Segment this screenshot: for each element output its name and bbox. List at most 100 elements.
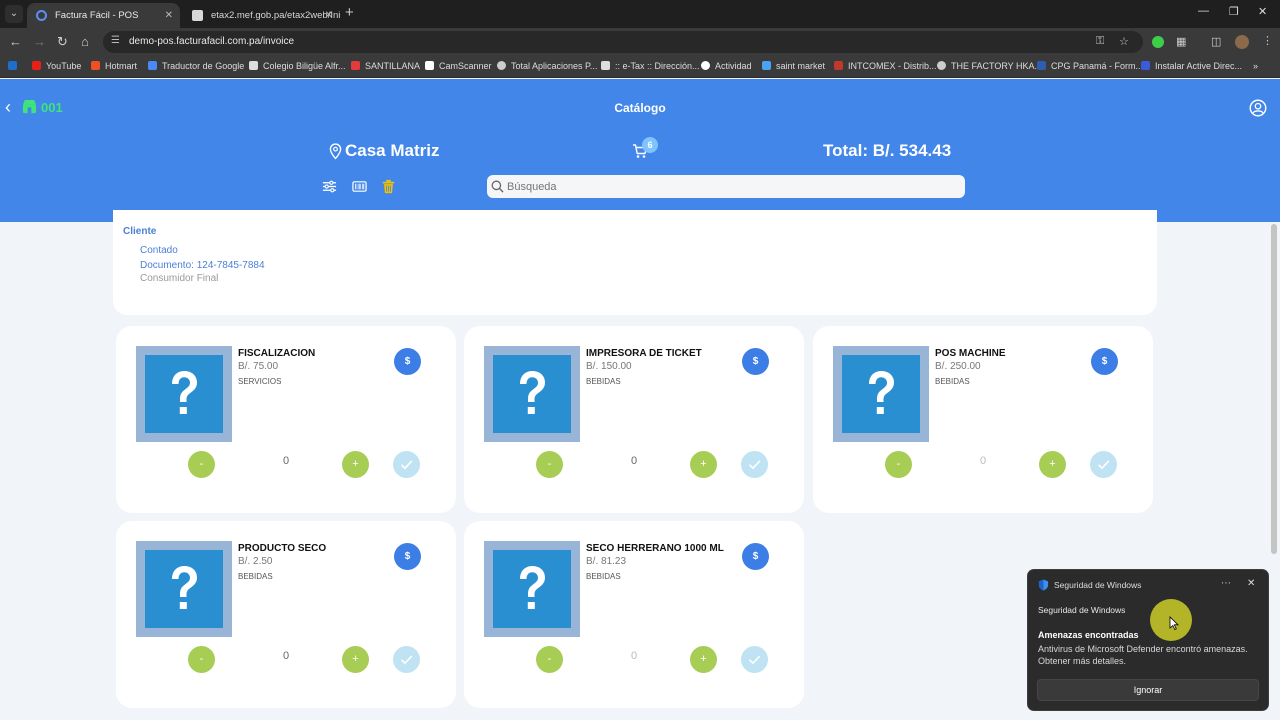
edit-price-button[interactable]: $ xyxy=(1091,348,1118,375)
product-name: SECO HERRERANO 1000 ML xyxy=(586,543,724,554)
decrease-qty-button[interactable]: - xyxy=(536,451,563,478)
trash-icon[interactable] xyxy=(381,179,396,194)
filter-sliders-icon[interactable] xyxy=(322,179,337,194)
confirm-add-button[interactable] xyxy=(1090,451,1117,478)
app-header: ‹ 001 Catálogo Casa Matriz 6 Total: B/. … xyxy=(0,79,1280,222)
side-panel-icon[interactable]: ◫ xyxy=(1211,35,1221,48)
decrease-qty-button[interactable]: - xyxy=(188,451,215,478)
confirm-add-button[interactable] xyxy=(741,646,768,673)
edit-price-button[interactable]: $ xyxy=(742,543,769,570)
increase-qty-button[interactable]: + xyxy=(1039,451,1066,478)
bookmark-colegio[interactable]: Colegio Biligüe Alfr... xyxy=(249,61,346,71)
confirm-add-button[interactable] xyxy=(741,451,768,478)
page-icon xyxy=(249,61,258,70)
bookmark-hotmart[interactable]: Hotmart xyxy=(91,61,137,71)
home-icon[interactable]: ⌂ xyxy=(81,34,89,49)
forward-nav-icon[interactable]: → xyxy=(33,34,46,49)
bookmark-active-directory[interactable]: Instalar Active Direc... xyxy=(1141,61,1242,71)
product-name: PRODUCTO SECO xyxy=(238,543,327,554)
minimize-icon[interactable]: — xyxy=(1198,5,1209,17)
increase-qty-button[interactable]: + xyxy=(342,451,369,478)
confirm-add-button[interactable] xyxy=(393,646,420,673)
google-icon xyxy=(701,61,710,70)
bookmark-total-aplicaciones[interactable]: Total Aplicaciones P... xyxy=(497,61,597,71)
tab-factura-facil[interactable]: Factura Fácil - POS ✕ xyxy=(27,3,180,28)
edit-price-button[interactable]: $ xyxy=(394,543,421,570)
client-payment-type[interactable]: Contado xyxy=(140,245,178,256)
password-key-icon[interactable]: ⚿ xyxy=(1096,35,1104,48)
bookmark-intcomex[interactable]: INTCOMEX - Distrib... xyxy=(834,61,937,71)
product-card[interactable]: POS MACHINE B/. 250.00 BEBIDAS $ - 0 + xyxy=(813,326,1153,513)
quantity-value[interactable]: 0 xyxy=(604,455,664,467)
bookmark-star-icon[interactable]: ☆ xyxy=(1119,35,1129,48)
tab-title: etax2.mef.gob.pa/etax2web/Ini xyxy=(211,10,340,21)
notification-source: Seguridad de Windows xyxy=(1038,605,1126,615)
product-category: BEBIDAS xyxy=(935,377,970,386)
increase-qty-button[interactable]: + xyxy=(690,646,717,673)
placeholder-question-icon xyxy=(172,566,197,609)
profile-avatar[interactable] xyxy=(1235,35,1249,49)
client-document[interactable]: Documento: 124-7845-7884 xyxy=(140,260,265,271)
restore-icon[interactable]: ❐ xyxy=(1229,5,1239,18)
bookmark-youtube[interactable]: YouTube xyxy=(32,61,81,71)
url-text: demo-pos.facturafacil.com.pa/invoice xyxy=(129,36,295,47)
edit-price-button[interactable]: $ xyxy=(742,348,769,375)
reload-icon[interactable]: ↻ xyxy=(57,34,68,50)
address-bar[interactable]: ☰ demo-pos.facturafacil.com.pa/invoice ⚿… xyxy=(103,31,1143,53)
close-tab-icon[interactable]: ✕ xyxy=(325,3,333,28)
quantity-value[interactable]: 0 xyxy=(256,650,316,662)
ignore-button[interactable]: Ignorar xyxy=(1037,679,1259,701)
new-tab-button[interactable]: + xyxy=(345,4,354,21)
confirm-add-button[interactable] xyxy=(393,451,420,478)
globe-icon xyxy=(937,61,946,70)
hotmart-icon xyxy=(91,61,100,70)
edit-price-button[interactable]: $ xyxy=(394,348,421,375)
notification-more-icon[interactable]: ⋯ xyxy=(1221,578,1231,589)
extension-icon[interactable] xyxy=(1152,36,1164,48)
notification-close-icon[interactable]: ✕ xyxy=(1247,578,1255,589)
product-card[interactable]: IMPRESORA DE TICKET B/. 150.00 BEBIDAS $ - 0 + xyxy=(464,326,804,513)
client-title: Cliente xyxy=(123,226,157,237)
more-bookmarks-icon[interactable]: » xyxy=(1253,61,1258,71)
site-info-icon[interactable]: ☰ xyxy=(111,35,120,46)
product-category: BEBIDAS xyxy=(586,377,621,386)
product-card[interactable]: FISCALIZACION B/. 75.00 SERVICIOS $ - 0 + xyxy=(116,326,456,513)
youtube-icon xyxy=(32,61,41,70)
bookmark-etax[interactable]: :: e-Tax :: Dirección... xyxy=(601,61,700,71)
browser-menu-icon[interactable]: ⋮ xyxy=(1262,34,1273,47)
bookmark-google-translate[interactable]: Traductor de Google xyxy=(148,61,244,71)
decrease-qty-button[interactable]: - xyxy=(885,451,912,478)
windows-security-notification[interactable]: Seguridad de Windows ⋯ ✕ Seguridad de Wi… xyxy=(1027,569,1269,711)
tab-etax[interactable]: etax2.mef.gob.pa/etax2web/Ini ✕ xyxy=(183,3,340,28)
extensions-puzzle-icon[interactable]: ▦ xyxy=(1176,35,1186,48)
user-account-icon[interactable] xyxy=(1249,99,1267,117)
tab-search-menu-button[interactable]: ⌄ xyxy=(5,5,23,23)
window-close-icon[interactable]: ✕ xyxy=(1258,5,1267,18)
quantity-value[interactable]: 0 xyxy=(256,455,316,467)
branch-name[interactable]: Casa Matriz xyxy=(345,141,439,161)
page-scrollbar[interactable] xyxy=(1271,224,1277,554)
barcode-icon[interactable] xyxy=(352,179,367,194)
bookmark-camscanner[interactable]: CamScanner xyxy=(425,61,492,71)
increase-qty-button[interactable]: + xyxy=(342,646,369,673)
decrease-qty-button[interactable]: - xyxy=(188,646,215,673)
windows-security-shield-icon xyxy=(1038,579,1049,591)
camscanner-icon xyxy=(425,61,434,70)
close-tab-icon[interactable]: ✕ xyxy=(165,3,173,28)
product-price: B/. 250.00 xyxy=(935,361,981,372)
bookmark-saint-market[interactable]: saint market xyxy=(762,61,825,71)
bookmark-the-factory[interactable]: THE FACTORY HKA... xyxy=(937,61,1042,71)
product-card[interactable]: SECO HERRERANO 1000 ML B/. 81.23 BEBIDAS $ -… xyxy=(464,521,804,708)
search-input[interactable] xyxy=(487,175,965,198)
bookmark-actividad[interactable]: Actividad xyxy=(701,61,752,71)
increase-qty-button[interactable]: + xyxy=(690,451,717,478)
decrease-qty-button[interactable]: - xyxy=(536,646,563,673)
quantity-value[interactable]: 0 xyxy=(953,455,1013,467)
back-nav-icon[interactable]: ← xyxy=(9,34,22,49)
quantity-value[interactable]: 0 xyxy=(604,650,664,662)
page-icon xyxy=(601,61,610,70)
product-card[interactable]: PRODUCTO SECO B/. 2.50 BEBIDAS $ - 0 + xyxy=(116,521,456,708)
bookmark-santillana[interactable]: SANTILLANA xyxy=(351,61,420,71)
bookmark-cpg-panama[interactable]: CPG Panamá - Form... xyxy=(1037,61,1143,71)
outlook-bookmark-icon[interactable] xyxy=(8,61,22,71)
